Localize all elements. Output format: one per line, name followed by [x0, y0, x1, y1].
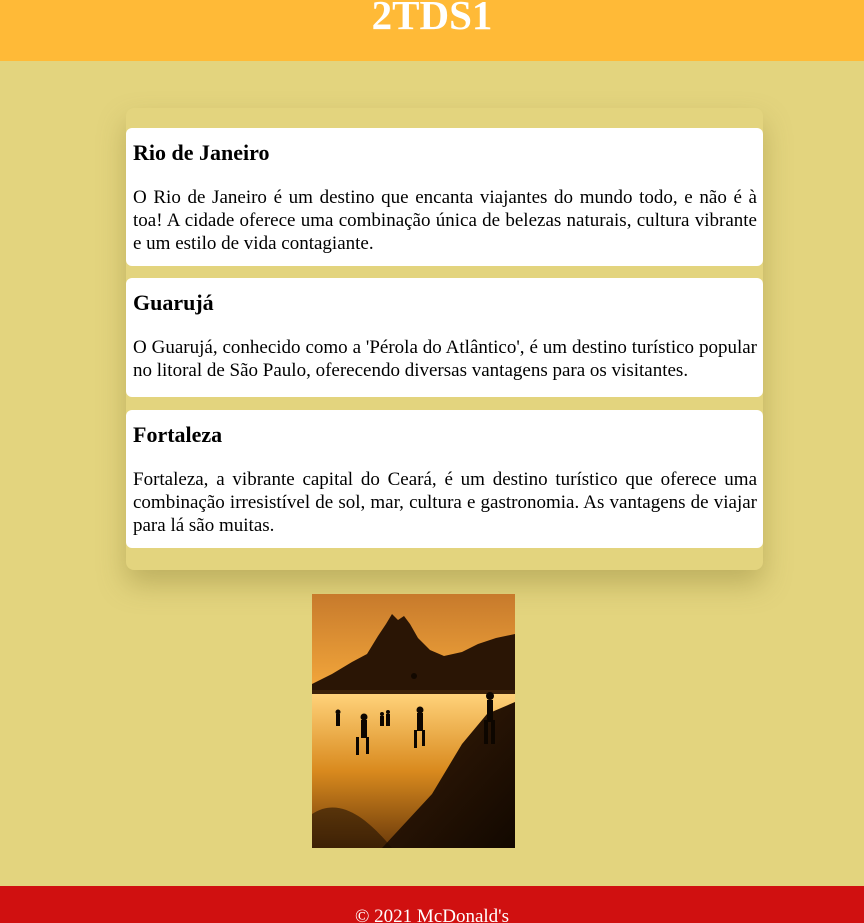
card-text: O Guarujá, conhecido como a 'Pérola do A… — [133, 337, 757, 381]
destination-card-guaruja: Guarujá O Guarujá, conhecido como a 'Pér… — [126, 278, 763, 397]
page-footer: © 2021 McDonald's — [0, 886, 864, 923]
destination-card-fortaleza: Fortaleza Fortaleza, a vibrante capital … — [126, 410, 763, 548]
footer-copyright: © 2021 McDonald's — [354, 906, 509, 923]
card-title: Fortaleza — [133, 422, 223, 447]
destination-cards: Rio de Janeiro O Rio de Janeiro é um des… — [126, 108, 763, 570]
beach-sunset-photo — [312, 594, 515, 848]
card-title: Guarujá — [133, 290, 214, 315]
destination-card-rio: Rio de Janeiro O Rio de Janeiro é um des… — [126, 128, 763, 266]
card-text: O Rio de Janeiro é um destino que encant… — [133, 187, 757, 254]
page-title: 2TDS1 — [371, 0, 493, 38]
card-text: Fortaleza, a vibrante capital do Ceará, … — [133, 469, 757, 536]
page-header: 2TDS1 — [0, 0, 864, 61]
card-title: Rio de Janeiro — [133, 140, 270, 165]
